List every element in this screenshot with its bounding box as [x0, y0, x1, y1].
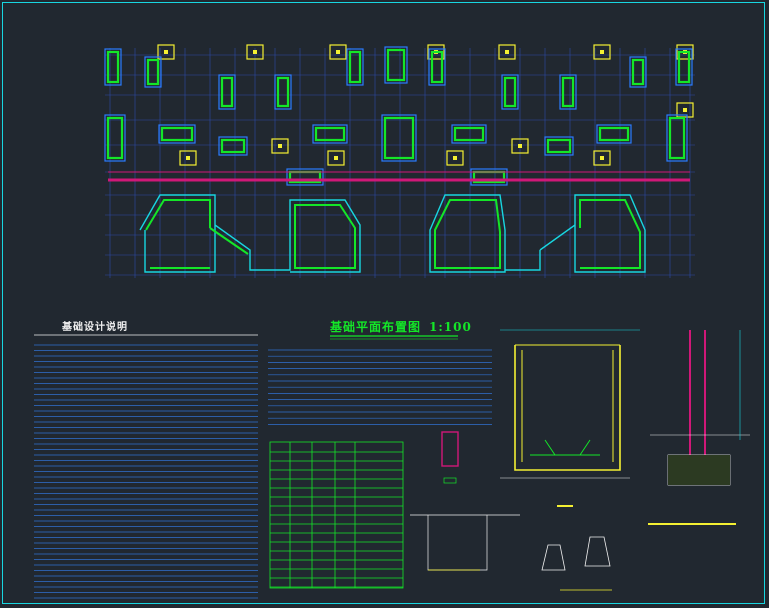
footing-column	[430, 50, 444, 84]
footing-column	[146, 58, 160, 86]
footing-column	[598, 126, 630, 142]
plan-title: 基础平面布置图 1:100	[330, 318, 472, 335]
pad-footing-column	[334, 156, 338, 160]
footing-column	[160, 126, 194, 142]
pad-footing-column	[453, 156, 457, 160]
cad-drawing-canvas	[34, 44, 750, 599]
trench-section-detail	[410, 431, 520, 571]
footing-column	[503, 76, 517, 108]
wall-section-detail	[648, 330, 750, 525]
footing-column	[561, 76, 575, 108]
footing-column	[546, 138, 572, 154]
footing-column	[453, 126, 485, 142]
footing-column	[348, 50, 362, 84]
pad-footing-column	[186, 156, 190, 160]
lower-foundation-strips	[139, 194, 646, 273]
pad-footing-column	[336, 50, 340, 54]
pad-footing-column	[600, 156, 604, 160]
schedule-table	[269, 441, 404, 589]
footing-column	[668, 116, 686, 160]
footing-column	[220, 138, 246, 154]
footing-column	[631, 58, 645, 86]
pad-footing-column	[683, 108, 687, 112]
pad-footing-column	[600, 50, 604, 54]
footing-column	[386, 48, 406, 82]
footing-column	[314, 126, 346, 142]
notes-title: 基础设计说明	[62, 322, 128, 333]
plan-scale: 1:100	[429, 320, 472, 334]
plan-title-text: 基础平面布置图	[330, 320, 422, 334]
footing-outline	[381, 114, 417, 162]
footing-column	[383, 116, 415, 160]
footing-column	[220, 76, 234, 108]
pad-footing-column	[518, 144, 522, 148]
foundation-footings	[104, 44, 694, 186]
pad-footing-column	[164, 50, 168, 54]
footing-column	[276, 76, 290, 108]
pit-section-detail	[500, 329, 640, 507]
design-notes-lines	[34, 344, 492, 599]
pier-detail	[541, 536, 612, 591]
pad-footing-column	[253, 50, 257, 54]
pad-footing-column	[505, 50, 509, 54]
footing-column	[677, 50, 691, 84]
pad-footing-column	[278, 144, 282, 148]
ground-beam-line	[108, 171, 690, 182]
footing-column	[106, 50, 120, 84]
